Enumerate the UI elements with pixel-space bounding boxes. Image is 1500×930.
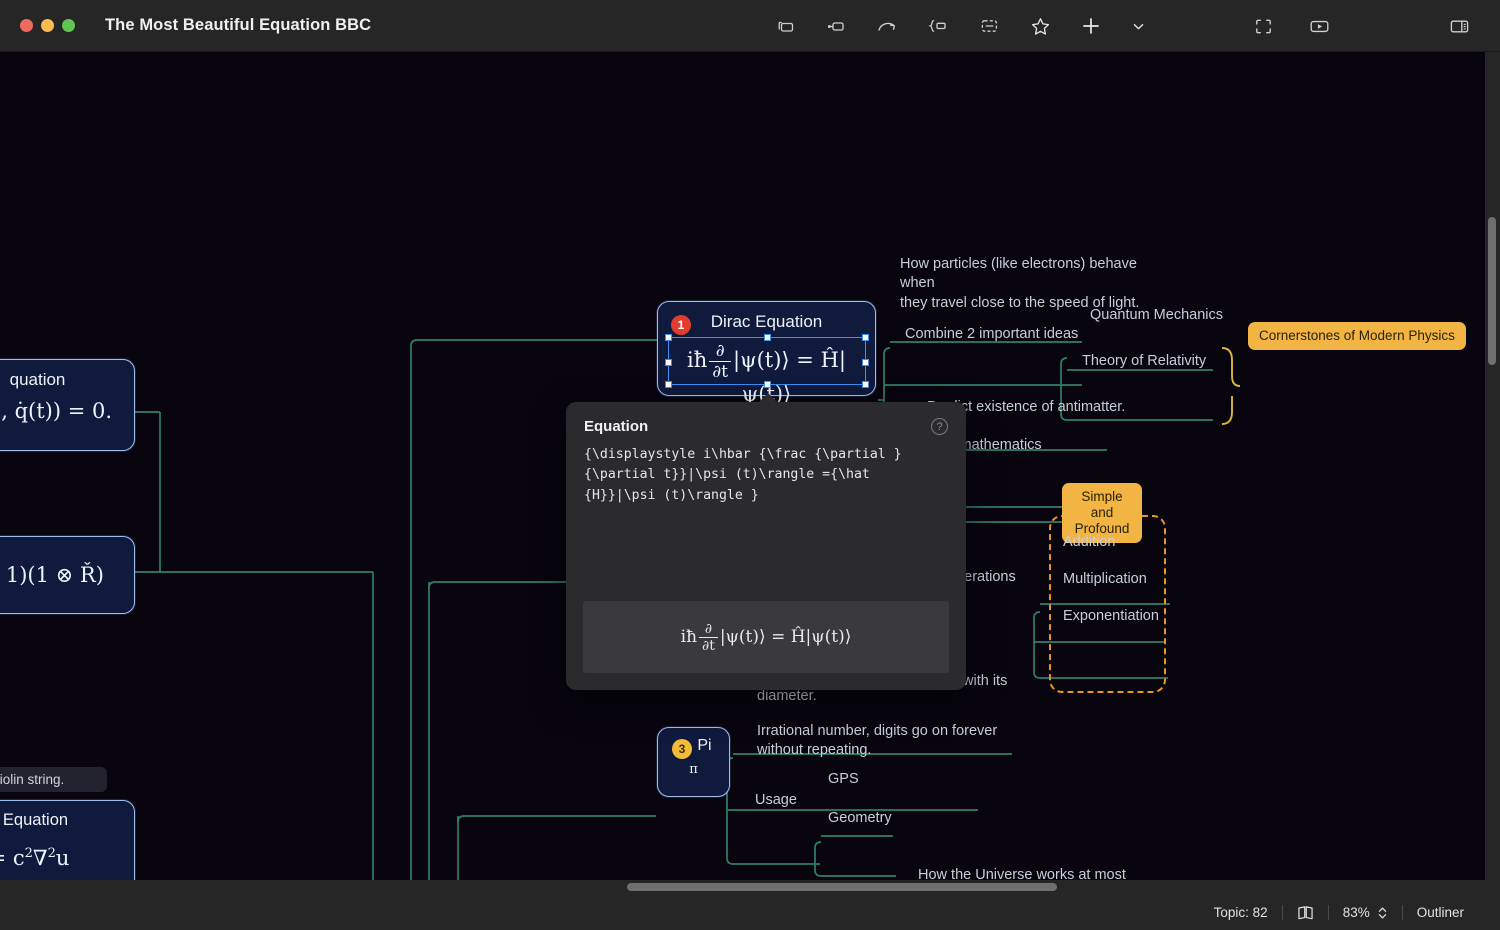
insert-boundary-icon[interactable] xyxy=(923,11,953,41)
label-usage[interactable]: Usage xyxy=(755,791,797,810)
insert-topic-icon[interactable] xyxy=(770,11,800,41)
node-equation: Ř ⊗ 1)(1 ⊗ Ř) xyxy=(0,563,134,587)
minimize-button[interactable] xyxy=(41,19,54,32)
outliner-button[interactable]: Outliner xyxy=(1403,905,1478,920)
label-theory-of-relativity[interactable]: Theory of Relativity xyxy=(1082,352,1206,371)
popup-title: Equation xyxy=(584,418,648,435)
latex-input[interactable]: {\displaystyle i\hbar {\frac {\partial }… xyxy=(566,435,966,506)
book-icon[interactable] xyxy=(1283,905,1328,920)
resize-handle-e[interactable] xyxy=(862,359,869,366)
preview-frac-num: ∂ xyxy=(702,621,715,637)
resize-handle-s[interactable] xyxy=(764,381,771,388)
popup-header: Equation ? xyxy=(566,402,966,435)
label-geometry[interactable]: Geometry xyxy=(828,809,892,828)
node-title: Pi xyxy=(658,728,729,755)
zoom-control[interactable]: 83% xyxy=(1329,905,1402,921)
zoom-button[interactable] xyxy=(62,19,75,32)
zoom-stepper-icon[interactable] xyxy=(1377,905,1388,921)
node-symbol: π xyxy=(658,755,729,789)
zoom-level: 83% xyxy=(1343,905,1370,920)
vertical-scrollbar[interactable] xyxy=(1485,52,1500,897)
node-euler-lagrange[interactable]: quation q(t), q̇(t)) = 0. xyxy=(0,359,135,451)
insert-plus-icon[interactable] xyxy=(1076,11,1106,41)
preview-ihbar: iħ xyxy=(681,627,697,647)
equation-preview: iħ∂∂t|ψ(t)⟩ = Ĥ|ψ(t)⟩ xyxy=(583,601,949,673)
toolbar-center xyxy=(770,0,1153,52)
label-violin: from a violin string. xyxy=(0,767,107,792)
preview-equals: = xyxy=(771,627,785,647)
label-exponentiation[interactable]: Exponentiation xyxy=(1063,607,1159,626)
node-yang-baxter[interactable]: Ř ⊗ 1)(1 ⊗ Ř) xyxy=(0,536,135,614)
close-button[interactable] xyxy=(20,19,33,32)
toolbar-right xyxy=(1248,0,1474,52)
node-pi[interactable]: 3 Pi π xyxy=(657,727,730,797)
resize-handle-w[interactable] xyxy=(665,359,672,366)
chevron-down-icon[interactable] xyxy=(1123,11,1153,41)
node-title: e Wave Equation xyxy=(0,801,134,830)
preview-ket: |ψ(t)⟩ xyxy=(720,627,766,647)
insert-summary-icon[interactable] xyxy=(974,11,1004,41)
label-quantum-mechanics[interactable]: Quantum Mechanics xyxy=(1090,306,1223,325)
preview-frac-den: ∂t xyxy=(699,637,718,654)
star-icon[interactable] xyxy=(1025,11,1055,41)
presentation-icon[interactable] xyxy=(1304,11,1334,41)
label-speed-of-light[interactable]: How particles (like electrons) behave wh… xyxy=(900,255,1150,313)
horizontal-scroll-thumb[interactable] xyxy=(627,883,1057,891)
label-gps[interactable]: GPS xyxy=(828,770,859,789)
label-combine-ideas[interactable]: Combine 2 important ideas xyxy=(905,325,1078,344)
resize-handle-sw[interactable] xyxy=(665,381,672,388)
insert-relationship-icon[interactable] xyxy=(872,11,902,41)
label-multiplication[interactable]: Multiplication xyxy=(1063,570,1147,589)
title-bar: The Most Beautiful Equation BBC xyxy=(0,0,1500,52)
traffic-lights xyxy=(0,19,75,32)
node-badge: 3 xyxy=(672,739,692,759)
pill-cornerstones[interactable]: Cornerstones of Modern Physics xyxy=(1248,322,1466,350)
label-irrational[interactable]: Irrational number, digits go on forever … xyxy=(757,722,1017,761)
focus-mode-icon[interactable] xyxy=(1248,11,1278,41)
topic-count: Topic: 82 xyxy=(1200,905,1282,920)
sidebar-toggle-icon[interactable] xyxy=(1444,11,1474,41)
node-title: quation xyxy=(0,360,134,390)
resize-handle-n[interactable] xyxy=(764,334,771,341)
resize-handle-ne[interactable] xyxy=(862,334,869,341)
equation-preview-math: iħ∂∂t|ψ(t)⟩ = Ĥ|ψ(t)⟩ xyxy=(681,621,852,654)
insert-subtopic-icon[interactable] xyxy=(821,11,851,41)
horizontal-scrollbar[interactable] xyxy=(0,880,1485,895)
status-bar: Topic: 82 83% Outliner xyxy=(0,895,1500,930)
node-equation: q(t), q̇(t)) = 0. xyxy=(0,390,134,435)
help-icon[interactable]: ? xyxy=(931,418,948,435)
mindmap-canvas[interactable]: quation q(t), q̇(t)) = 0. Ř ⊗ 1)(1 ⊗ Ř) … xyxy=(0,52,1500,930)
vertical-scroll-thumb[interactable] xyxy=(1488,217,1496,365)
equation-editor-popup[interactable]: Equation ? {\displaystyle i\hbar {\frac … xyxy=(566,402,966,690)
preview-ket2: |ψ(t)⟩ xyxy=(806,627,852,647)
resize-handle-nw[interactable] xyxy=(665,334,672,341)
equation-selection-box[interactable] xyxy=(668,337,866,385)
node-dirac-equation[interactable]: 1 Dirac Equation iħ∂∂t|ψ(t)⟩ = Ĥ|ψ(t)⟩ xyxy=(657,301,876,396)
preview-hamiltonian: Ĥ xyxy=(791,627,806,647)
label-with-its[interactable]: with its xyxy=(963,672,1007,691)
label-addition[interactable]: Addition xyxy=(1063,533,1115,552)
app-window: The Most Beautiful Equation BBC xyxy=(0,0,1500,930)
resize-handle-se[interactable] xyxy=(862,381,869,388)
document-title: The Most Beautiful Equation BBC xyxy=(105,16,371,35)
